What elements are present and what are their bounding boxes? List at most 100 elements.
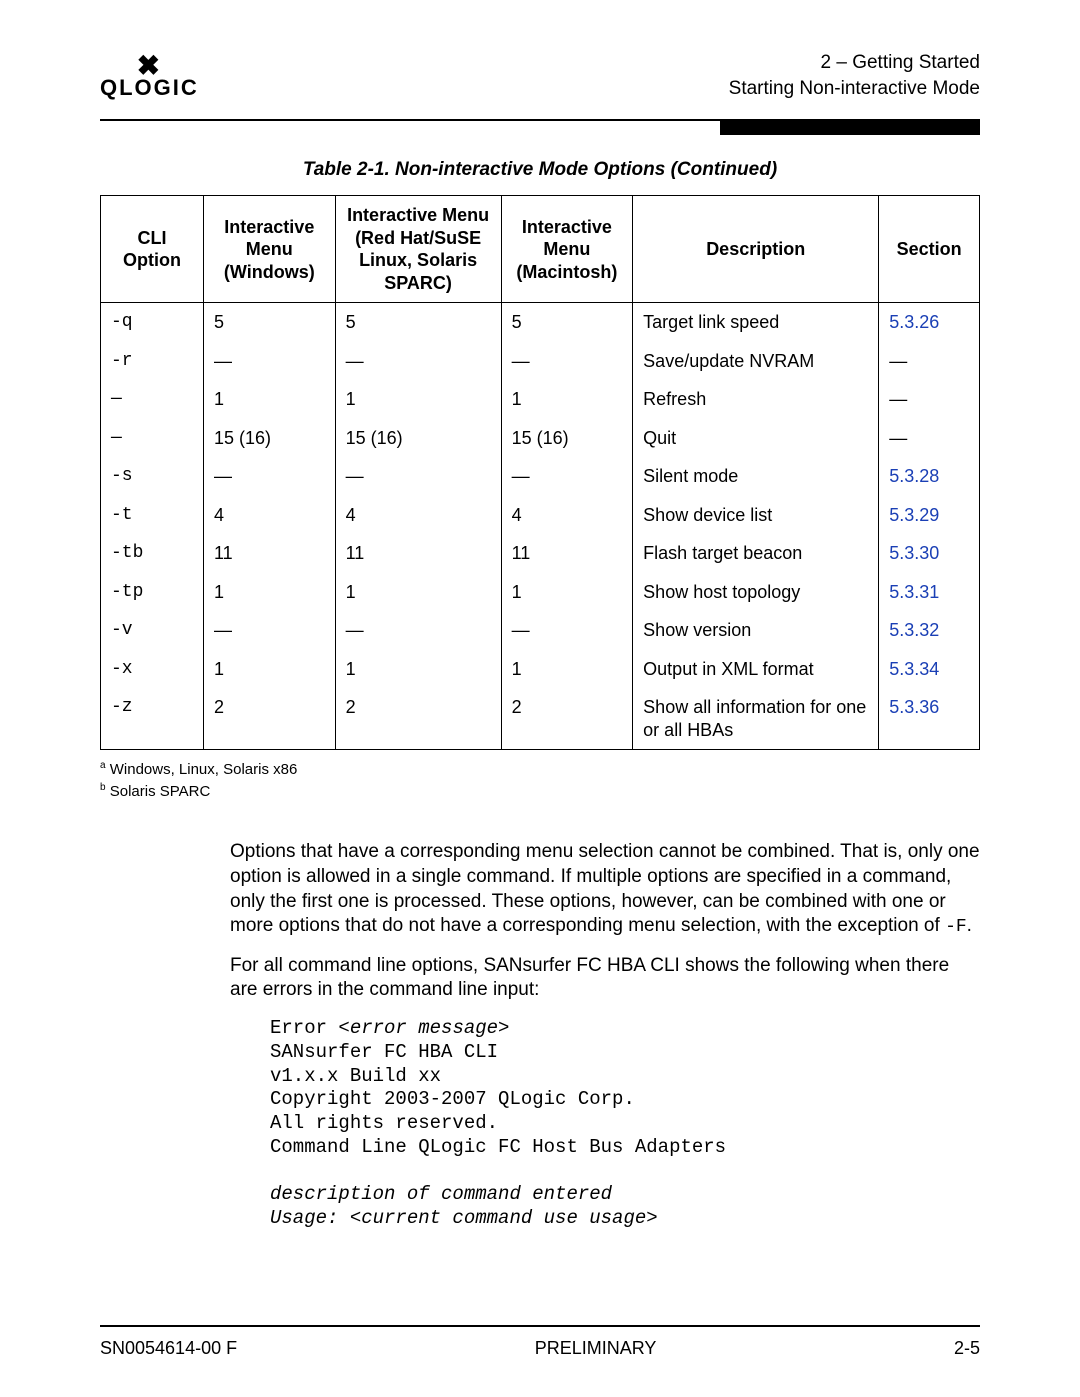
table-footnotes: a Windows, Linux, Solaris x86 b Solaris …	[100, 760, 980, 800]
cell-cli-option: -z	[101, 688, 204, 750]
options-table: CLI Option Interactive Menu (Windows) In…	[100, 195, 980, 750]
cell-menu-win: —	[204, 611, 336, 650]
cell-section[interactable]: 5.3.29	[879, 496, 980, 535]
cell-menu-lin: 15 (16)	[335, 419, 501, 458]
cell-menu-lin: 11	[335, 534, 501, 573]
cell-menu-win: —	[204, 342, 336, 381]
cell-menu-lin: 1	[335, 573, 501, 612]
header-black-bar	[720, 121, 980, 135]
table-caption: Table 2-1. Non-interactive Mode Options …	[100, 159, 980, 181]
col-interactive-mac: Interactive Menu (Macintosh)	[501, 196, 633, 303]
cell-menu-mac: —	[501, 342, 633, 381]
cell-description: Target link speed	[633, 303, 879, 342]
col-interactive-windows: Interactive Menu (Windows)	[204, 196, 336, 303]
table-row: -t444Show device list5.3.29	[101, 496, 980, 535]
cell-description: Output in XML format	[633, 650, 879, 689]
cell-menu-lin: 4	[335, 496, 501, 535]
cell-menu-win: 1	[204, 380, 336, 419]
col-interactive-linux: Interactive Menu (Red Hat/SuSE Linux, So…	[335, 196, 501, 303]
cell-cli-option: —	[101, 380, 204, 419]
cell-section[interactable]: 5.3.32	[879, 611, 980, 650]
cell-section[interactable]: 5.3.36	[879, 688, 980, 750]
cell-description: Show all information for one or all HBAs	[633, 688, 879, 750]
table-row: -tb111111Flash target beacon5.3.30	[101, 534, 980, 573]
cell-section[interactable]: 5.3.31	[879, 573, 980, 612]
cell-cli-option: -x	[101, 650, 204, 689]
table-row: -tp111Show host topology5.3.31	[101, 573, 980, 612]
cell-menu-lin: —	[335, 457, 501, 496]
cell-section[interactable]: 5.3.30	[879, 534, 980, 573]
cell-menu-lin: —	[335, 342, 501, 381]
table-row: -x111Output in XML format5.3.34	[101, 650, 980, 689]
cell-section[interactable]: 5.3.34	[879, 650, 980, 689]
cell-menu-mac: —	[501, 611, 633, 650]
col-description: Description	[633, 196, 879, 303]
cell-cli-option: -v	[101, 611, 204, 650]
cell-description: Show version	[633, 611, 879, 650]
table-row: -z222Show all information for one or all…	[101, 688, 980, 750]
footer-rule	[100, 1325, 980, 1327]
cell-section: —	[879, 380, 980, 419]
cell-cli-option: -tp	[101, 573, 204, 612]
cell-menu-lin: 5	[335, 303, 501, 342]
col-cli-option: CLI Option	[101, 196, 204, 303]
page-footer: SN0054614-00 F PRELIMINARY 2-5	[100, 1338, 980, 1359]
cell-menu-lin: —	[335, 611, 501, 650]
cell-menu-mac: 11	[501, 534, 633, 573]
paragraph-2: For all command line options, SANsurfer …	[230, 954, 980, 1003]
cell-menu-win: 4	[204, 496, 336, 535]
cell-section: —	[879, 419, 980, 458]
cell-menu-win: 2	[204, 688, 336, 750]
cell-menu-mac: 2	[501, 688, 633, 750]
cell-menu-lin: 1	[335, 380, 501, 419]
cell-menu-win: 5	[204, 303, 336, 342]
table-header-row: CLI Option Interactive Menu (Windows) In…	[101, 196, 980, 303]
footer-page-number: 2-5	[954, 1338, 980, 1359]
table-row: -v———Show version5.3.32	[101, 611, 980, 650]
cell-menu-win: —	[204, 457, 336, 496]
body-copy: Options that have a corresponding menu s…	[230, 840, 980, 1231]
cell-cli-option: —	[101, 419, 204, 458]
cell-menu-mac: 1	[501, 380, 633, 419]
cell-section: —	[879, 342, 980, 381]
cell-menu-mac: 1	[501, 573, 633, 612]
cell-menu-mac: —	[501, 457, 633, 496]
cell-menu-win: 1	[204, 573, 336, 612]
col-section: Section	[879, 196, 980, 303]
header-breadcrumb: 2 – Getting Started Starting Non-interac…	[729, 50, 980, 101]
table-row: —111Refresh—	[101, 380, 980, 419]
cell-menu-mac: 5	[501, 303, 633, 342]
cell-menu-lin: 1	[335, 650, 501, 689]
table-row: -s———Silent mode5.3.28	[101, 457, 980, 496]
cell-section[interactable]: 5.3.28	[879, 457, 980, 496]
table-row: —15 (16)15 (16)15 (16)Quit—	[101, 419, 980, 458]
breadcrumb-line-2: Starting Non-interactive Mode	[729, 76, 980, 102]
cell-section[interactable]: 5.3.26	[879, 303, 980, 342]
cell-description: Refresh	[633, 380, 879, 419]
cell-description: Silent mode	[633, 457, 879, 496]
cell-description: Save/update NVRAM	[633, 342, 879, 381]
paragraph-1: Options that have a corresponding menu s…	[230, 840, 980, 939]
table-row: -q555Target link speed5.3.26	[101, 303, 980, 342]
footnote-b: b Solaris SPARC	[100, 782, 980, 800]
code-block: Error <error message> SANsurfer FC HBA C…	[270, 1017, 980, 1231]
cell-menu-lin: 2	[335, 688, 501, 750]
logo: ✖ QLOGIC	[100, 55, 199, 101]
breadcrumb-line-1: 2 – Getting Started	[729, 50, 980, 76]
logo-text: QLOGIC	[100, 75, 199, 101]
cell-cli-option: -t	[101, 496, 204, 535]
footer-doc-number: SN0054614-00 F	[100, 1338, 237, 1359]
cell-menu-mac: 4	[501, 496, 633, 535]
cell-menu-mac: 1	[501, 650, 633, 689]
cell-cli-option: -s	[101, 457, 204, 496]
cell-cli-option: -r	[101, 342, 204, 381]
cell-description: Show device list	[633, 496, 879, 535]
logo-mark-icon: ✖	[137, 55, 162, 77]
footer-status: PRELIMINARY	[535, 1338, 657, 1359]
footnote-a: a Windows, Linux, Solaris x86	[100, 760, 980, 778]
cell-description: Quit	[633, 419, 879, 458]
cell-menu-win: 1	[204, 650, 336, 689]
page-header: ✖ QLOGIC 2 – Getting Started Starting No…	[100, 50, 980, 113]
cell-menu-win: 11	[204, 534, 336, 573]
cell-menu-win: 15 (16)	[204, 419, 336, 458]
